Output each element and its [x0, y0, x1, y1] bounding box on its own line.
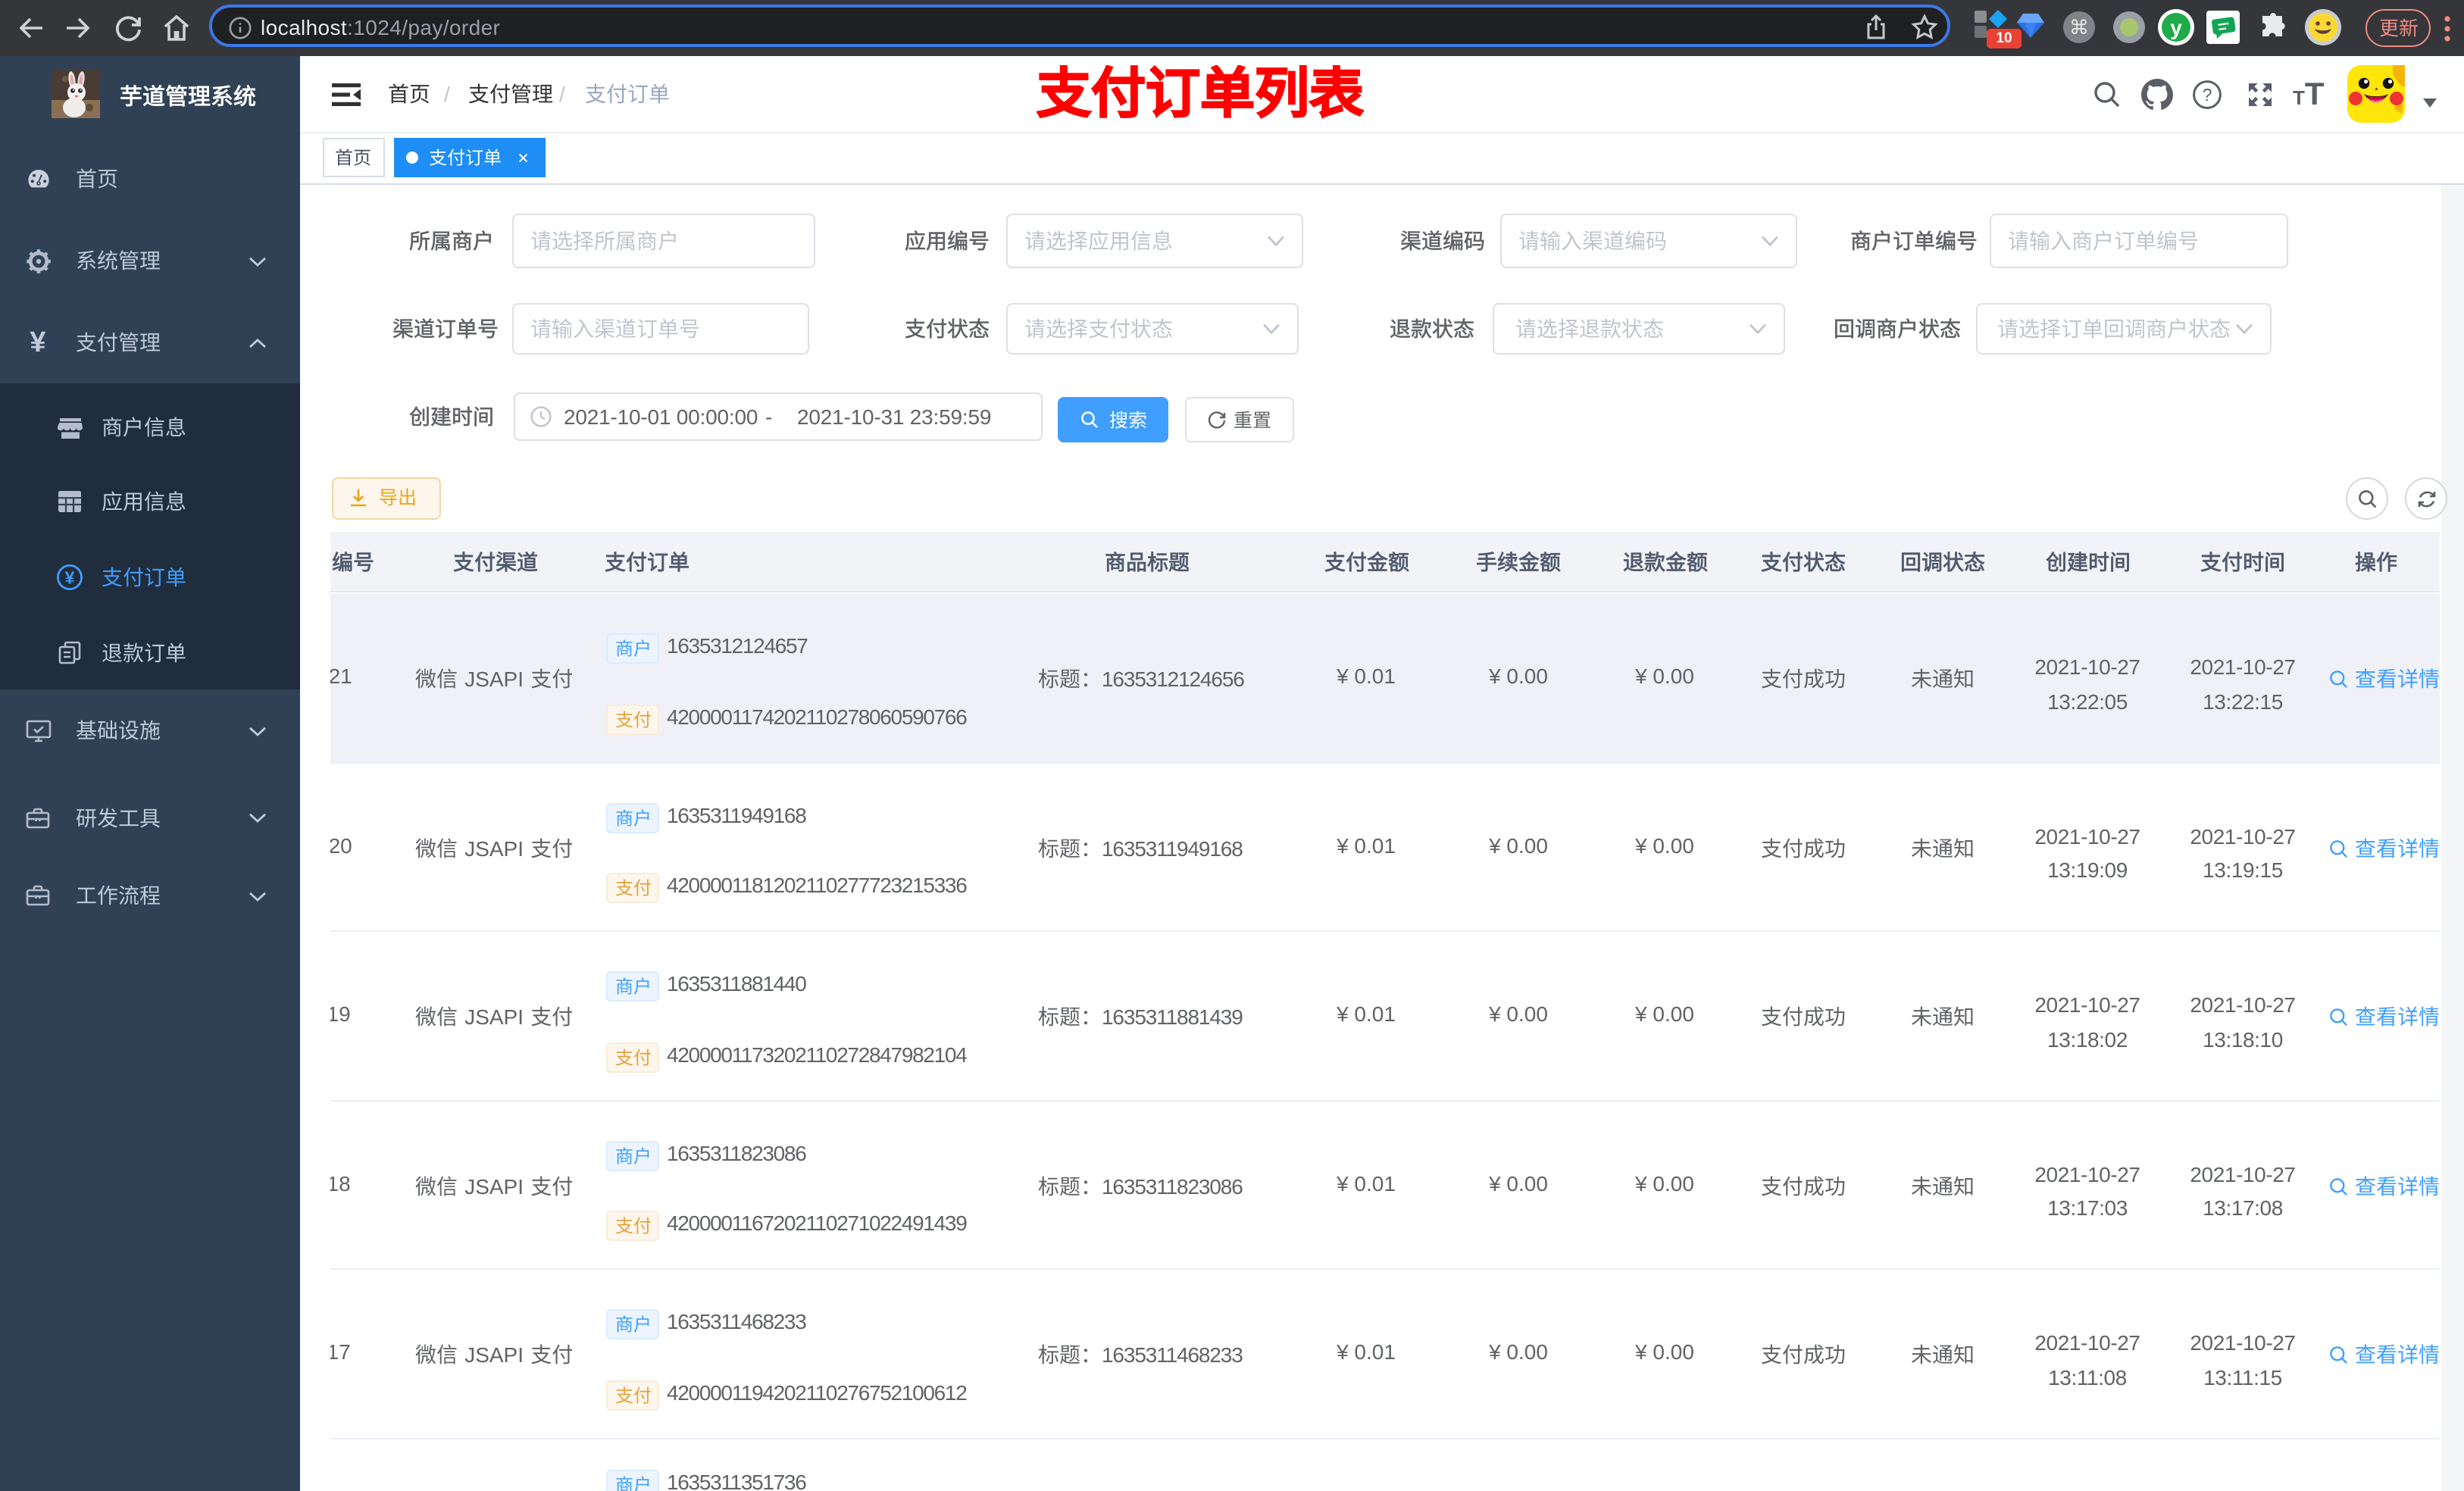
svg-text:JSAPI: JSAPI — [464, 1175, 524, 1196]
svg-text:1635311823086: 1635311823086 — [1102, 1175, 1243, 1196]
svg-text:1635311468233: 1635311468233 — [1102, 1344, 1243, 1365]
svg-text:1635311949168: 1635311949168 — [1102, 837, 1243, 858]
svg-text:⌘: ⌘ — [2069, 15, 2089, 38]
svg-text:¥: ¥ — [30, 329, 45, 356]
svg-text:?: ? — [2203, 85, 2212, 105]
svg-text:JSAPI: JSAPI — [464, 1006, 524, 1027]
svg-text:y: y — [2170, 15, 2182, 39]
svg-text:JSAPI: JSAPI — [464, 837, 524, 858]
svg-text:¥: ¥ — [65, 567, 75, 586]
svg-text:1635312124656: 1635312124656 — [1102, 668, 1244, 689]
svg-text:JSAPI: JSAPI — [464, 1344, 524, 1365]
svg-text:JSAPI: JSAPI — [464, 668, 524, 689]
svg-text:1635311881439: 1635311881439 — [1102, 1006, 1243, 1027]
